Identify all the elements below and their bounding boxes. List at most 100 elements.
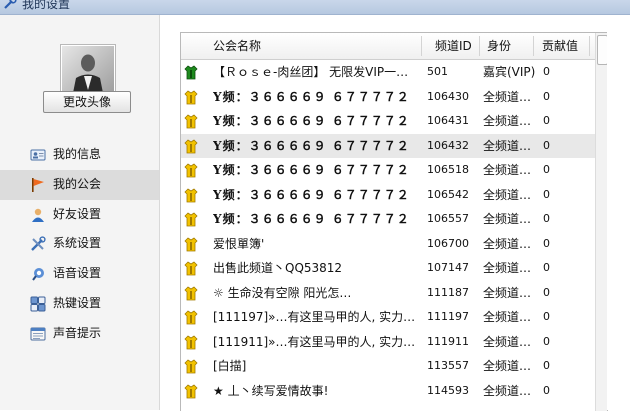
- role-cell: 全频道…: [483, 163, 532, 177]
- contribution-cell: 0: [543, 334, 550, 348]
- channel-id-cell: 106700: [427, 236, 469, 250]
- guild-name-cell: Y频：３６６６６９ ６７７７７２: [213, 89, 410, 104]
- table-body: 【Ｒｏｓｅ-肉丝团】 无限发VIP一… 501 嘉宾(VIP) 0 Y频：３６６６６９ …: [181, 60, 595, 403]
- guild-yellow-icon: [183, 334, 199, 350]
- channel-id-cell: 111197: [427, 310, 469, 323]
- table-row[interactable]: Y频：３６６６６９ ６７７７７２ 106431 全频道… 0: [181, 109, 595, 134]
- guild-table: 公会名称 频道ID 身份 贡献值 【Ｒｏｓｅ-肉丝团】 无限发VIP一… 501 嘉…: [180, 32, 608, 411]
- header-channel-id[interactable]: 频道ID: [435, 33, 472, 59]
- nav-label-sound-alert: 声音提示: [53, 325, 102, 340]
- guild-name-cell: ★ 丄丶续写爱情故事!: [213, 383, 329, 398]
- tools-icon: [31, 236, 46, 252]
- nav-label-hotkey-settings: 热键设置: [53, 295, 102, 310]
- table-row[interactable]: Y频：３６６６６９ ６７７７７２ 106557 全频道… 0: [181, 207, 595, 232]
- header-role[interactable]: 身份: [487, 33, 511, 59]
- role-cell: 全频道…: [483, 114, 532, 128]
- nav-label-my-guild: 我的公会: [53, 176, 102, 191]
- table-row[interactable]: [白描] 113557 全频道… 0: [181, 354, 595, 379]
- nav-label-system-settings: 系统设置: [53, 236, 102, 251]
- guild-name-cell: 【Ｒｏｓｅ-肉丝团】 无限发VIP一…: [213, 65, 409, 79]
- contribution-cell: 0: [543, 261, 550, 274]
- guild-yellow-icon: [183, 162, 199, 178]
- channel-id-cell: 107147: [427, 261, 469, 274]
- nav-item-hotkey-settings[interactable]: 热键设置: [0, 289, 159, 319]
- guild-name-cell: Y频：３６６６６９ ６７７７７２: [213, 138, 410, 153]
- table-row[interactable]: Y频：３６６６６９ ６７７７７２ 106542 全频道… 0: [181, 183, 595, 208]
- nav-item-my-guild[interactable]: 我的公会: [0, 169, 159, 200]
- contribution-cell: 0: [543, 212, 550, 225]
- id-card-icon: [30, 149, 46, 161]
- role-cell: 全频道…: [483, 383, 532, 398]
- role-cell: 全频道…: [483, 359, 532, 373]
- nav-item-friend-settings[interactable]: 好友设置: [0, 200, 159, 230]
- role-cell: 全频道…: [483, 261, 532, 275]
- table-row[interactable]: 爱恨單簿' 106700 全频道… 0: [181, 232, 595, 257]
- settings-nav: 我的信息 我的公会 好友设置 系统设置 语音设置 热键设置 声音提示: [0, 140, 159, 349]
- channel-id-cell: 111911: [427, 334, 469, 348]
- channel-id-cell: 106432: [427, 138, 469, 152]
- guild-name-cell: Y频：３６６６６９ ６７７７７２: [213, 114, 410, 128]
- nav-label-voice-settings: 语音设置: [53, 266, 102, 281]
- guild-name-cell: 出售此频道丶QQ53812: [213, 261, 343, 275]
- nav-item-sound-alert[interactable]: 声音提示: [0, 319, 159, 349]
- guild-yellow-icon: [183, 236, 199, 252]
- table-header: 公会名称 频道ID 身份 贡献值: [181, 33, 595, 60]
- contribution-cell: 0: [543, 114, 550, 127]
- contribution-cell: 0: [543, 89, 550, 103]
- table-row[interactable]: ★ 丄丶续写爱情故事! 114593 全频道… 0: [181, 379, 595, 404]
- channel-id-cell: 106542: [427, 187, 469, 201]
- nav-item-system-settings[interactable]: 系统设置: [0, 229, 159, 259]
- guild-yellow-icon: [183, 89, 199, 105]
- header-divider: [589, 36, 590, 56]
- channel-id-cell: 501: [427, 65, 448, 78]
- contribution-cell: 0: [543, 383, 550, 397]
- role-cell: 全频道…: [483, 310, 532, 324]
- guild-name-cell: 爱恨單簿': [213, 236, 265, 251]
- header-divider: [421, 36, 422, 56]
- channel-id-cell: 106557: [427, 212, 469, 225]
- header-contribution[interactable]: 贡献值: [542, 33, 578, 59]
- friend-icon: [32, 208, 44, 222]
- table-row[interactable]: [111197]»…有这里马甲的人, 实力… 111197 全频道… 0: [181, 305, 595, 330]
- header-divider: [479, 36, 480, 56]
- contribution-cell: 0: [543, 65, 550, 78]
- table-row[interactable]: 出售此频道丶QQ53812 107147 全频道… 0: [181, 256, 595, 281]
- guild-name-cell: Y频：３６６６６９ ６７７７７２: [213, 187, 410, 202]
- sidebar: 更改头像 我的信息 我的公会 好友设置 系统设置 语音设置 热键设置 声音提示: [0, 15, 160, 410]
- table-row[interactable]: Y频：３６６６６９ ６７７７７２ 106518 全频道… 0: [181, 158, 595, 183]
- nav-item-voice-settings[interactable]: 语音设置: [0, 259, 159, 289]
- guild-yellow-icon: [183, 383, 199, 399]
- contribution-cell: 0: [543, 138, 550, 152]
- channel-id-cell: 113557: [427, 359, 469, 372]
- guild-yellow-icon: [183, 138, 199, 154]
- guild-name-cell: [白描]: [213, 359, 247, 373]
- guild-green-icon: [183, 64, 199, 80]
- nav-item-my-info[interactable]: 我的信息: [0, 140, 159, 170]
- channel-id-cell: 111187: [427, 285, 469, 299]
- sound-icon: [30, 327, 46, 341]
- flag-icon: [32, 177, 44, 192]
- role-cell: 全频道…: [483, 187, 532, 202]
- table-row[interactable]: Y频：３６６６６９ ６７７７７２ 106432 全频道… 0: [181, 133, 595, 158]
- guild-yellow-icon: [183, 260, 199, 276]
- guild-name-cell: [111197]»…有这里马甲的人, 实力…: [213, 310, 416, 324]
- guild-name-cell: ☼ 生命没有空隙 阳光怎…: [213, 285, 352, 300]
- header-guild-name[interactable]: 公会名称: [213, 33, 261, 59]
- header-divider: [533, 36, 534, 56]
- table-row[interactable]: Y频：３６６６６９ ６７７７７２ 106430 全频道… 0: [181, 85, 595, 110]
- channel-id-cell: 106518: [427, 163, 469, 176]
- role-cell: 全频道…: [483, 334, 532, 349]
- contribution-cell: 0: [543, 187, 550, 201]
- role-cell: 全频道…: [483, 138, 532, 153]
- guild-name-cell: Y频：３６６６６９ ６７７７７２: [213, 212, 410, 226]
- wrench-icon: [4, 0, 17, 9]
- guild-yellow-icon: [183, 285, 199, 301]
- table-row[interactable]: ☼ 生命没有空隙 阳光怎… 111187 全频道… 0: [181, 281, 595, 306]
- change-avatar-button[interactable]: 更改头像: [43, 91, 131, 113]
- table-row[interactable]: [111911]»…有这里马甲的人, 实力… 111911 全频道… 0: [181, 330, 595, 355]
- role-cell: 全频道…: [483, 89, 532, 104]
- guild-yellow-icon: [183, 358, 199, 374]
- channel-id-cell: 106431: [427, 114, 469, 127]
- role-cell: 全频道…: [483, 285, 532, 300]
- table-row[interactable]: 【Ｒｏｓｅ-肉丝团】 无限发VIP一… 501 嘉宾(VIP) 0: [181, 60, 595, 85]
